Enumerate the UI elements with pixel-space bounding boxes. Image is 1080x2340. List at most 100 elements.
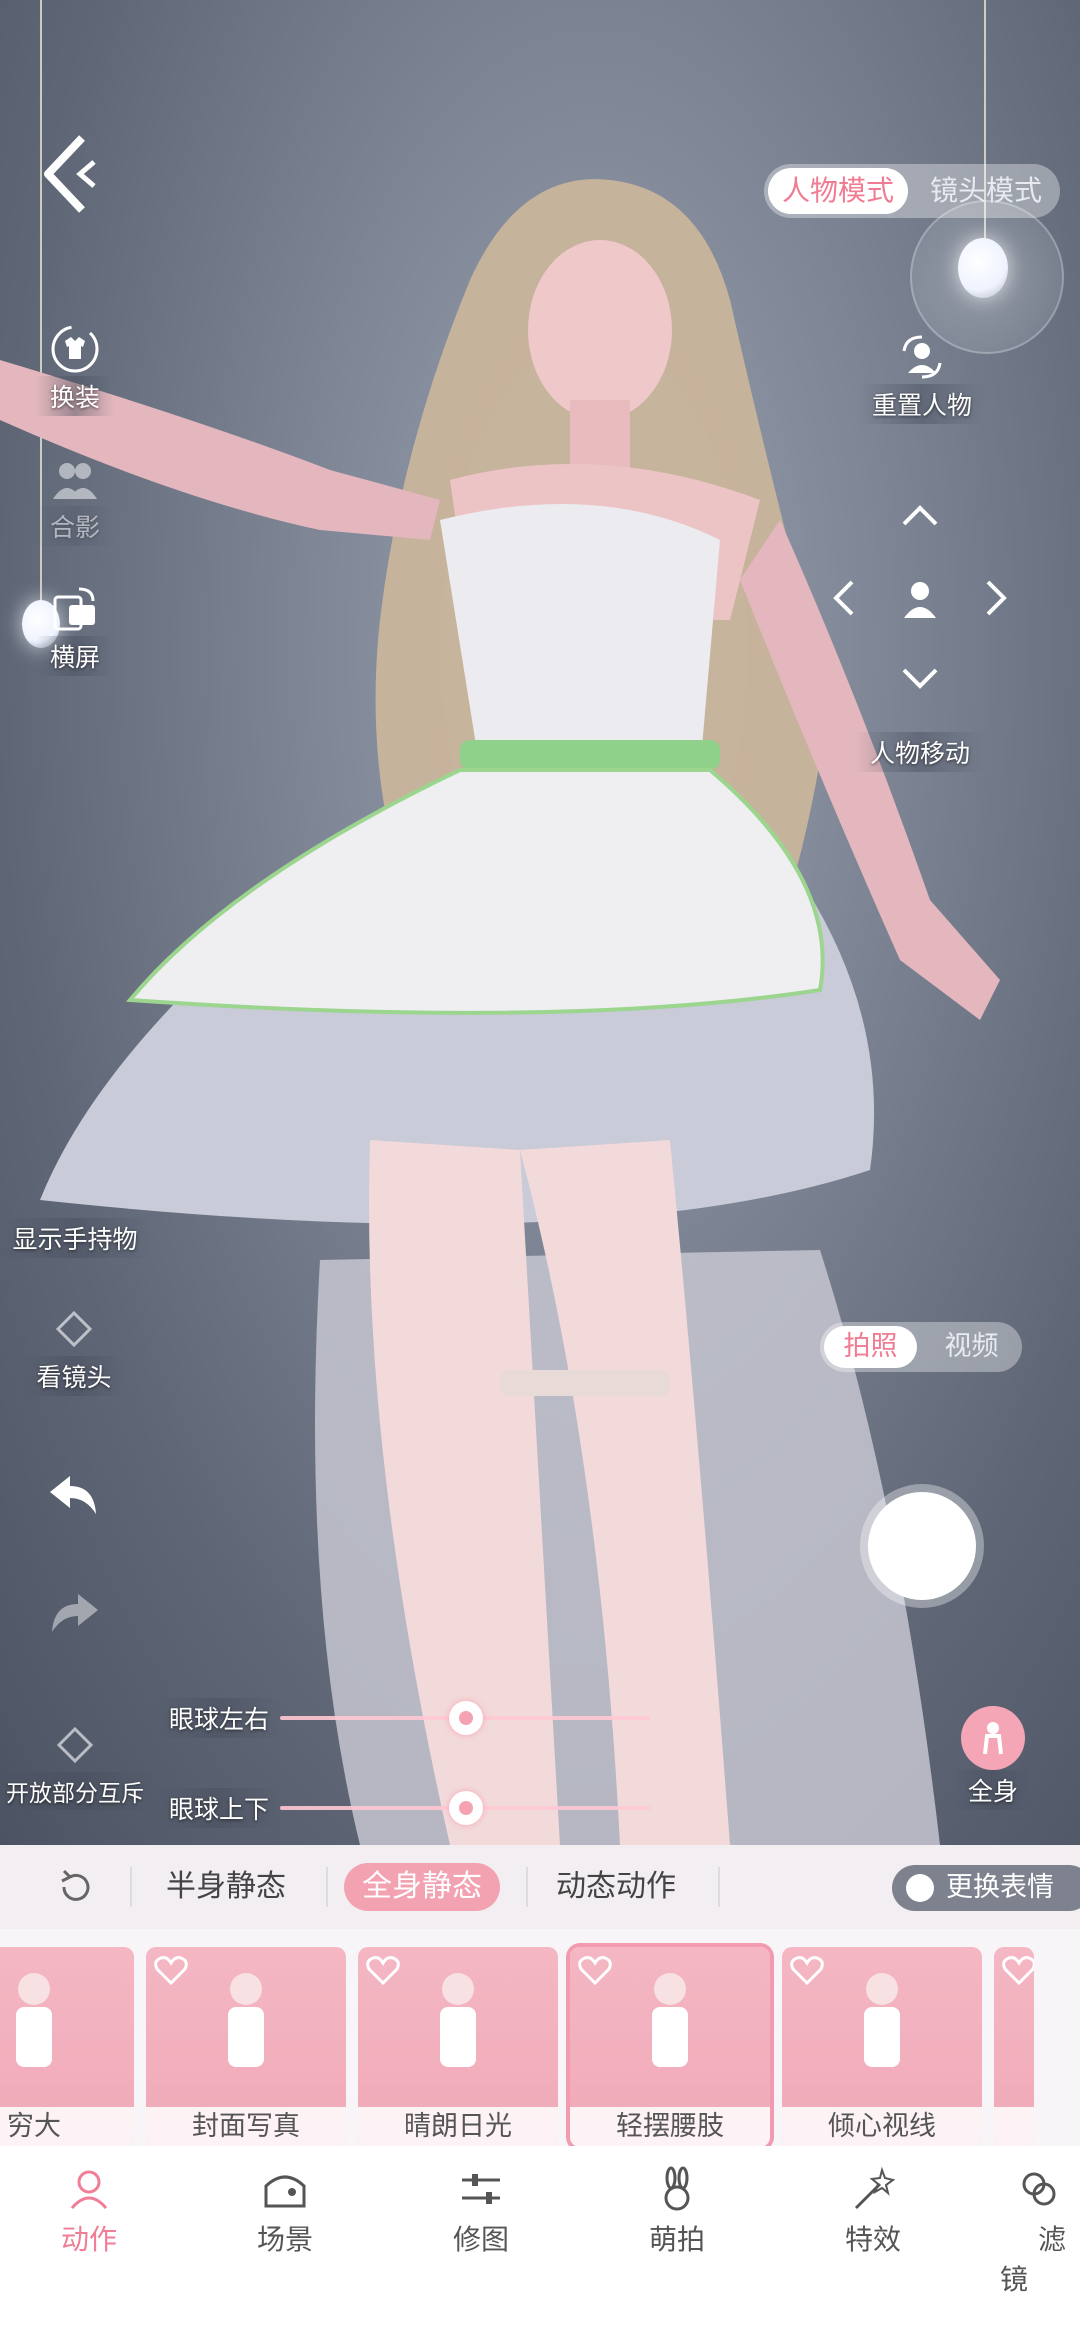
redo-icon bbox=[52, 1594, 98, 1632]
tab-half-static[interactable]: 半身静态 bbox=[166, 1863, 286, 1911]
diamond-icon bbox=[47, 1302, 101, 1356]
heart-icon[interactable] bbox=[1002, 1955, 1034, 1985]
pose-figure bbox=[16, 1973, 52, 2067]
tab-full-static[interactable]: 全身静态 bbox=[344, 1863, 500, 1911]
person-icon bbox=[904, 582, 936, 618]
reset-person-icon bbox=[895, 330, 949, 384]
pose-card[interactable]: 封面写真 bbox=[146, 1947, 346, 2147]
outfit-button[interactable]: 换装 bbox=[30, 322, 120, 416]
full-body-label: 全身 bbox=[953, 1770, 1032, 1810]
eye-horizontal-slider[interactable]: 眼球左右 bbox=[155, 1698, 655, 1738]
chevron-down-icon[interactable] bbox=[900, 664, 940, 694]
bunny-icon bbox=[664, 2166, 690, 2211]
back-arrow-icon bbox=[44, 135, 96, 213]
character-mode-tab[interactable]: 人物模式 bbox=[768, 168, 908, 214]
show-handheld-label: 显示手持物 bbox=[0, 1218, 152, 1258]
bottom-nav: 动作 场景 修图 萌拍 特效 滤镜 bbox=[0, 2146, 1080, 2340]
pose-figure bbox=[440, 1973, 476, 2067]
pose-figure bbox=[228, 1973, 264, 2067]
group-photo-label: 合影 bbox=[35, 506, 114, 546]
shutter-button[interactable] bbox=[868, 1492, 976, 1600]
slider-thumb[interactable] bbox=[449, 1701, 483, 1735]
look-at-camera-toggle[interactable]: 看镜头 bbox=[14, 1302, 134, 1396]
move-dpad[interactable] bbox=[828, 500, 1012, 700]
full-body-icon bbox=[961, 1706, 1025, 1770]
undo-button[interactable] bbox=[46, 1470, 102, 1520]
camera-mode-tab[interactable]: 镜头模式 bbox=[916, 168, 1056, 214]
magic-wand-icon bbox=[854, 2166, 896, 2210]
pose-figure bbox=[652, 1973, 688, 2067]
nav-label: 萌拍 bbox=[648, 2223, 705, 2256]
slider-thumb[interactable] bbox=[449, 1791, 483, 1825]
pose-card[interactable]: 晴朗日光 bbox=[358, 1947, 558, 2147]
reset-character-button[interactable]: 重置人物 bbox=[858, 330, 987, 424]
nav-effects[interactable]: 特效 bbox=[818, 2166, 928, 2258]
reset-icon[interactable] bbox=[54, 1865, 98, 1909]
photo-tab[interactable]: 拍照 bbox=[824, 1326, 917, 1368]
tab-dynamic[interactable]: 动态动作 bbox=[556, 1863, 676, 1911]
change-expression-label: 更换表情 bbox=[946, 1872, 1054, 1903]
landscape-label: 横屏 bbox=[35, 636, 114, 676]
chevron-left-icon[interactable] bbox=[828, 578, 858, 618]
chevron-right-icon[interactable] bbox=[982, 578, 1012, 618]
divider bbox=[326, 1867, 328, 1907]
pose-name: 晴朗日光 bbox=[358, 2107, 558, 2147]
heart-icon[interactable] bbox=[366, 1955, 400, 1985]
pose-card[interactable]: 穷大 bbox=[0, 1947, 134, 2147]
pose-card-selected[interactable]: 轻摆腰肢 bbox=[570, 1947, 770, 2147]
pose-tabs: 半身静态 全身静态 动态动作 更换表情 bbox=[0, 1845, 1080, 1929]
partial-exclusive-label: 开放部分互斥 bbox=[0, 1772, 158, 1810]
divider bbox=[130, 1867, 132, 1907]
reset-character-label: 重置人物 bbox=[858, 384, 987, 424]
full-body-button[interactable]: 全身 bbox=[948, 1706, 1038, 1810]
scene-icon bbox=[264, 2175, 306, 2208]
change-expression-button[interactable]: 更换表情 bbox=[892, 1865, 1080, 1911]
filter-icon bbox=[1022, 2172, 1056, 2206]
chevron-up-icon[interactable] bbox=[900, 500, 940, 530]
smile-icon bbox=[906, 1874, 934, 1902]
partial-exclusive-toggle[interactable]: 开放部分互斥 bbox=[0, 1718, 158, 1810]
look-at-camera-label: 看镜头 bbox=[22, 1356, 126, 1396]
sliders-icon bbox=[462, 2174, 500, 2204]
pose-card[interactable]: 倾心视线 bbox=[782, 1947, 982, 2147]
move-character-label: 人物移动 bbox=[856, 732, 985, 772]
nav-filter[interactable]: 滤镜 bbox=[1000, 2166, 1080, 2298]
nav-scene[interactable]: 场景 bbox=[230, 2166, 340, 2258]
nav-label: 修图 bbox=[452, 2223, 509, 2256]
mode-toggle[interactable]: 人物模式 镜头模式 bbox=[764, 164, 1060, 218]
pose-panel: 半身静态 全身静态 动态动作 更换表情 穷大 封面写真 晴朗日光 轻摆腰肢 倾心… bbox=[0, 1845, 1080, 2340]
capture-mode-toggle[interactable]: 拍照 视频 bbox=[820, 1322, 1022, 1372]
diamond-icon bbox=[48, 1718, 102, 1772]
scene-viewport[interactable]: 人物模式 镜头模式 换装 合影 横屏 显示手持物 看镜头 开放部分互斥 重置人物… bbox=[0, 0, 1080, 1845]
heart-icon[interactable] bbox=[578, 1955, 612, 1985]
pose-card[interactable] bbox=[994, 1947, 1034, 2147]
heart-icon[interactable] bbox=[790, 1955, 824, 1985]
pose-name: 倾心视线 bbox=[782, 2107, 982, 2147]
pose-name: 轻摆腰肢 bbox=[570, 2107, 770, 2147]
slider-label: 眼球左右 bbox=[155, 1698, 284, 1738]
divider bbox=[718, 1867, 720, 1907]
pose-name: 封面写真 bbox=[146, 2107, 346, 2147]
pose-name bbox=[994, 2107, 1034, 2147]
nav-action[interactable]: 动作 bbox=[34, 2166, 144, 2258]
redo-button[interactable] bbox=[46, 1588, 102, 1638]
nav-cute-shot[interactable]: 萌拍 bbox=[622, 2166, 732, 2258]
nav-label: 动作 bbox=[60, 2223, 117, 2256]
undo-icon bbox=[50, 1476, 96, 1514]
rotate-screen-icon bbox=[48, 582, 102, 636]
nav-label: 滤镜 bbox=[1000, 2223, 1067, 2296]
back-button[interactable] bbox=[38, 132, 108, 216]
landscape-button[interactable]: 横屏 bbox=[30, 582, 120, 676]
group-photo-button[interactable]: 合影 bbox=[30, 452, 120, 546]
show-handheld-toggle[interactable]: 显示手持物 bbox=[0, 1218, 152, 1258]
nav-label: 场景 bbox=[256, 2223, 313, 2256]
pose-figure bbox=[864, 1973, 900, 2067]
shirt-icon bbox=[48, 322, 102, 376]
video-tab[interactable]: 视频 bbox=[925, 1326, 1018, 1368]
nav-edit[interactable]: 修图 bbox=[426, 2166, 536, 2258]
nav-label: 特效 bbox=[844, 2223, 901, 2256]
people-icon bbox=[48, 452, 102, 506]
outfit-label: 换装 bbox=[35, 376, 114, 416]
heart-icon[interactable] bbox=[154, 1955, 188, 1985]
eye-vertical-slider[interactable]: 眼球上下 bbox=[155, 1788, 655, 1828]
